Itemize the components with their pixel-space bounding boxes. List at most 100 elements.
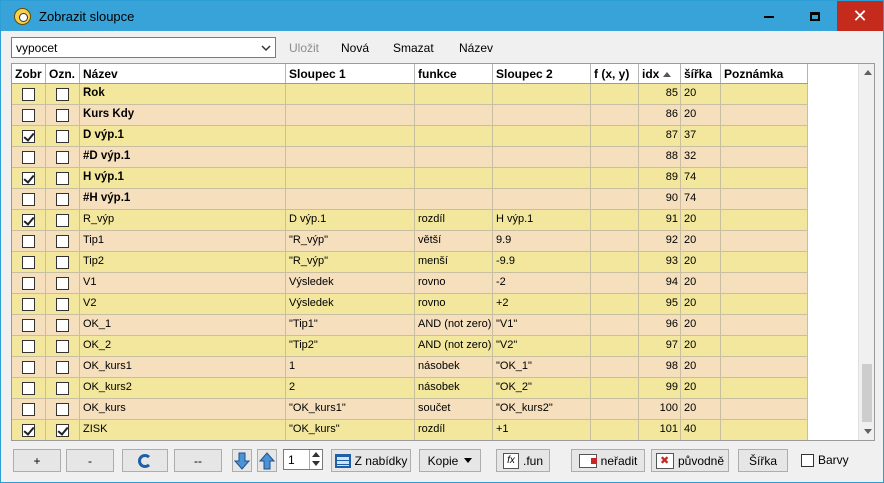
row-funkce-cell[interactable]: AND (not zero) — [415, 336, 493, 356]
mark-checkbox[interactable] — [56, 424, 69, 437]
row-fxy-cell[interactable] — [591, 126, 639, 146]
row-poznamka-cell[interactable] — [721, 315, 808, 335]
row-sirka-cell[interactable]: 20 — [681, 231, 721, 251]
row-idx-cell[interactable]: 89 — [639, 168, 681, 188]
mark-checkbox[interactable] — [56, 88, 69, 101]
row-poznamka-cell[interactable] — [721, 336, 808, 356]
title-bar[interactable]: Zobrazit sloupce ✕ — [1, 1, 883, 31]
row-funkce-cell[interactable] — [415, 147, 493, 167]
row-sloupec2-cell[interactable] — [493, 84, 591, 104]
show-checkbox[interactable] — [22, 298, 35, 311]
table-row[interactable]: V2 Výsledek rovno +2 95 20 — [12, 294, 808, 315]
row-sloupec2-cell[interactable] — [493, 168, 591, 188]
mark-checkbox[interactable] — [56, 319, 69, 332]
row-fxy-cell[interactable] — [591, 294, 639, 314]
show-checkbox[interactable] — [22, 109, 35, 122]
row-nazev-cell[interactable]: Kurs Kdy — [80, 105, 286, 125]
dashes-button[interactable]: -- — [174, 449, 222, 472]
new-button[interactable]: Nová — [341, 41, 369, 55]
mark-checkbox[interactable] — [56, 109, 69, 122]
row-nazev-cell[interactable]: OK_1 — [80, 315, 286, 335]
row-idx-cell[interactable]: 99 — [639, 378, 681, 398]
col-header-nazev[interactable]: Název — [80, 64, 286, 83]
row-funkce-cell[interactable] — [415, 84, 493, 104]
mark-checkbox[interactable] — [56, 172, 69, 185]
row-sloupec1-cell[interactable] — [286, 189, 415, 209]
row-poznamka-cell[interactable] — [721, 273, 808, 293]
row-nazev-cell[interactable]: Tip1 — [80, 231, 286, 251]
row-sirka-cell[interactable]: 20 — [681, 399, 721, 419]
row-funkce-cell[interactable]: násobek — [415, 378, 493, 398]
row-sirka-cell[interactable]: 20 — [681, 336, 721, 356]
row-poznamka-cell[interactable] — [721, 252, 808, 272]
row-sirka-cell[interactable]: 20 — [681, 210, 721, 230]
remove-row-button[interactable]: - — [66, 449, 114, 472]
scrollbar-thumb[interactable] — [862, 364, 872, 422]
row-idx-cell[interactable]: 92 — [639, 231, 681, 251]
row-poznamka-cell[interactable] — [721, 126, 808, 146]
row-nazev-cell[interactable]: OK_kurs1 — [80, 357, 286, 377]
move-down-button[interactable] — [232, 449, 252, 472]
row-fxy-cell[interactable] — [591, 273, 639, 293]
save-button[interactable]: Uložit — [289, 41, 319, 55]
row-sloupec2-cell[interactable] — [493, 147, 591, 167]
row-idx-cell[interactable]: 100 — [639, 399, 681, 419]
row-sloupec1-cell[interactable]: "Tip2" — [286, 336, 415, 356]
row-idx-cell[interactable]: 85 — [639, 84, 681, 104]
row-fxy-cell[interactable] — [591, 336, 639, 356]
row-poznamka-cell[interactable] — [721, 147, 808, 167]
show-checkbox[interactable] — [22, 151, 35, 164]
row-sirka-cell[interactable]: 37 — [681, 126, 721, 146]
row-nazev-cell[interactable]: V2 — [80, 294, 286, 314]
col-header-zobr[interactable]: Zobr — [12, 64, 46, 83]
colors-checkbox-box[interactable] — [801, 453, 814, 467]
mark-checkbox[interactable] — [56, 382, 69, 395]
row-idx-cell[interactable]: 98 — [639, 357, 681, 377]
row-poznamka-cell[interactable] — [721, 420, 808, 440]
row-fxy-cell[interactable] — [591, 399, 639, 419]
row-sloupec1-cell[interactable]: "R_výp" — [286, 231, 415, 251]
show-checkbox[interactable] — [22, 214, 35, 227]
copy-dropdown-button[interactable]: Kopie — [419, 449, 481, 472]
unsort-button[interactable]: neřadit — [571, 449, 645, 472]
mark-checkbox[interactable] — [56, 361, 69, 374]
show-checkbox[interactable] — [22, 172, 35, 185]
maximize-button[interactable] — [792, 1, 838, 31]
spinner-arrows[interactable] — [309, 450, 322, 469]
col-header-sloupec2[interactable]: Sloupec 2 — [493, 64, 591, 83]
row-poznamka-cell[interactable] — [721, 210, 808, 230]
row-sloupec1-cell[interactable]: "Tip1" — [286, 315, 415, 335]
minimize-button[interactable] — [746, 1, 792, 31]
mark-checkbox[interactable] — [56, 298, 69, 311]
row-sloupec2-cell[interactable]: "V2" — [493, 336, 591, 356]
mark-checkbox[interactable] — [56, 403, 69, 416]
row-funkce-cell[interactable] — [415, 105, 493, 125]
row-fxy-cell[interactable] — [591, 315, 639, 335]
table-row[interactable]: OK_kurs "OK_kurs1" součet "OK_kurs2" 100 20 — [12, 399, 808, 420]
row-funkce-cell[interactable]: rovno — [415, 294, 493, 314]
row-sloupec2-cell[interactable] — [493, 126, 591, 146]
table-row[interactable]: OK_kurs1 1 násobek "OK_1" 98 20 — [12, 357, 808, 378]
vertical-scrollbar[interactable] — [858, 64, 874, 440]
row-fxy-cell[interactable] — [591, 357, 639, 377]
fun-button[interactable]: fx .fun — [496, 449, 550, 472]
row-nazev-cell[interactable]: Rok — [80, 84, 286, 104]
mark-checkbox[interactable] — [56, 340, 69, 353]
table-row[interactable]: #H výp.1 90 74 — [12, 189, 808, 210]
mark-checkbox[interactable] — [56, 214, 69, 227]
preset-combo[interactable]: vypocet — [11, 37, 276, 58]
row-nazev-cell[interactable]: R_výp — [80, 210, 286, 230]
row-poznamka-cell[interactable] — [721, 189, 808, 209]
row-sloupec1-cell[interactable]: 1 — [286, 357, 415, 377]
table-row[interactable]: OK_kurs2 2 násobek "OK_2" 99 20 — [12, 378, 808, 399]
row-sloupec1-cell[interactable]: "OK_kurs1" — [286, 399, 415, 419]
table-row[interactable]: ZISK "OK_kurs" rozdíl +1 101 40 — [12, 420, 808, 440]
row-sloupec2-cell[interactable]: -9.9 — [493, 252, 591, 272]
row-idx-cell[interactable]: 90 — [639, 189, 681, 209]
col-header-sloupec1[interactable]: Sloupec 1 — [286, 64, 415, 83]
row-funkce-cell[interactable]: rozdíl — [415, 210, 493, 230]
row-sloupec1-cell[interactable]: Výsledek — [286, 294, 415, 314]
mark-checkbox[interactable] — [56, 151, 69, 164]
row-sloupec2-cell[interactable] — [493, 189, 591, 209]
show-checkbox[interactable] — [22, 193, 35, 206]
